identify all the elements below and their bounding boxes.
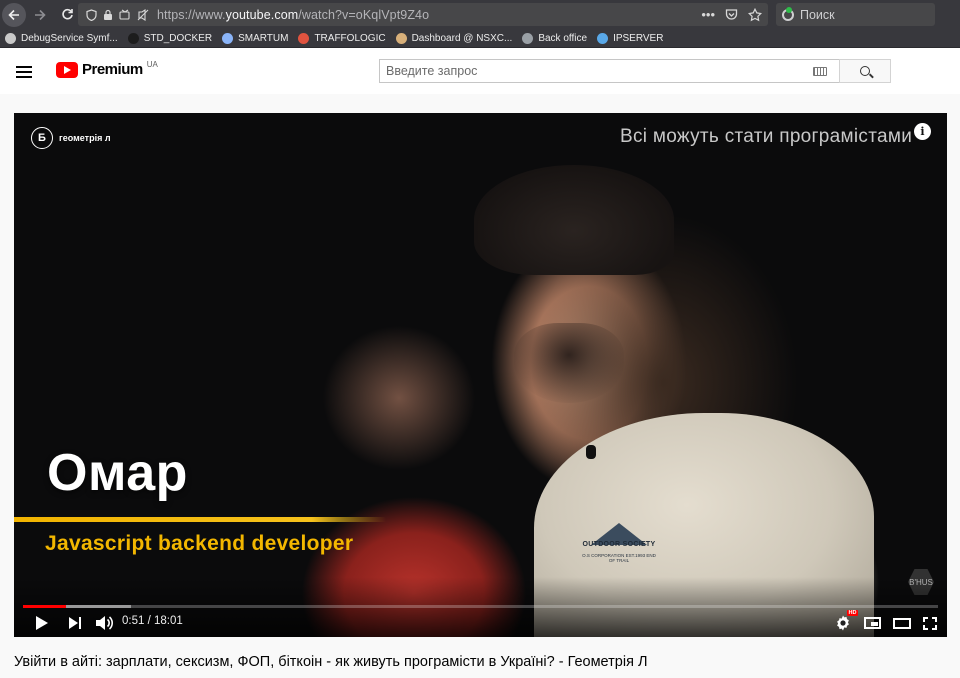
lower-third-role: Javascript backend developer [45, 532, 354, 555]
youtube-masthead: Premium UA Введите запрос [0, 48, 960, 94]
video-tagline: Всі можуть стати програмістами [620, 126, 913, 147]
time-display: 0:51 / 18:01 [122, 615, 183, 627]
shirt-print-text: OUTDOOR SOCIETY [582, 541, 656, 548]
theater-mode-icon[interactable] [893, 617, 911, 629]
browser-search-box[interactable]: Поиск [776, 3, 935, 26]
browser-search-placeholder: Поиск [800, 7, 835, 22]
video-frame-detail [514, 323, 624, 403]
next-icon[interactable] [69, 617, 83, 629]
shirt-print-subtext: O.S CORPORATION EST.1993 END OF TRAIL [582, 553, 656, 563]
autoplay-blocked-icon[interactable] [137, 8, 149, 21]
bookmark-label: Dashboard @ NSXC... [411, 32, 513, 44]
shirt-print-graphic: OUTDOOR SOCIETY O.S CORPORATION EST.1993… [579, 523, 659, 575]
channel-watermark: Б геометрія л [31, 127, 111, 149]
globe-icon [522, 32, 534, 44]
address-bar[interactable]: https://www.youtube.com/watch?v=oKqlVpt9… [78, 3, 768, 26]
youtube-play-logo-icon [56, 61, 78, 78]
region-code: UA [146, 60, 158, 69]
arrow-left-icon [8, 9, 19, 20]
bookmark-debugservice[interactable]: DebugService Symf... [5, 32, 118, 44]
bookmark-label: SMARTUM [238, 32, 289, 44]
search-engine-icon [782, 6, 794, 21]
url-host: youtube.com [225, 7, 299, 22]
youtube-search-placeholder: Введите запрос [386, 64, 478, 78]
bookmark-star-icon[interactable] [748, 7, 762, 22]
bookmark-std-docker[interactable]: STD_DOCKER [127, 32, 213, 44]
dashboard-favicon-icon [395, 32, 407, 44]
bookmark-label: DebugService Symf... [21, 32, 118, 44]
bookmark-back-office[interactable]: Back office [522, 32, 588, 44]
player-controls: 0:51 / 18:01 HD [14, 610, 947, 635]
pocket-icon[interactable] [725, 8, 738, 21]
search-icon [860, 66, 870, 76]
info-icon[interactable]: i [914, 123, 931, 140]
reload-button[interactable] [55, 3, 79, 27]
video-player[interactable]: OUTDOOR SOCIETY O.S CORPORATION EST.1993… [14, 113, 947, 637]
keyboard-icon[interactable] [813, 66, 827, 76]
bookmarks-toolbar: DebugService Symf... STD_DOCKER SMARTUM … [0, 29, 960, 48]
ipserver-favicon-icon [597, 32, 609, 44]
lower-third-name: Омар [47, 444, 188, 502]
bookmark-traffologic[interactable]: TRAFFOLOGIC [298, 32, 386, 44]
permissions-icon[interactable] [119, 9, 131, 21]
bookmark-ipserver[interactable]: IPSERVER [597, 32, 664, 44]
browser-toolbar: https://www.youtube.com/watch?v=oKqlVpt9… [0, 0, 960, 29]
back-button[interactable] [2, 2, 26, 27]
lock-icon[interactable] [103, 9, 113, 21]
menu-icon[interactable] [16, 66, 32, 78]
url-text[interactable]: https://www.youtube.com/watch?v=oKqlVpt9… [157, 8, 429, 22]
bookmark-label: IPSERVER [613, 32, 664, 44]
bookmark-favicon-icon [5, 32, 16, 44]
lower-third-line [14, 517, 386, 522]
bookmark-label: TRAFFOLOGIC [314, 32, 386, 44]
forward-button[interactable] [28, 3, 52, 27]
hd-badge: HD [847, 610, 858, 616]
settings-gear-icon[interactable]: HD [834, 610, 858, 632]
page-actions-icon[interactable]: ••• [701, 7, 715, 22]
time-current: 0:51 [122, 615, 145, 627]
traffologic-favicon-icon [298, 32, 310, 44]
channel-badge: Б [31, 127, 53, 149]
bookmark-smartum[interactable]: SMARTUM [222, 32, 289, 44]
time-separator: / [144, 615, 154, 627]
miniplayer-icon[interactable] [864, 617, 881, 629]
globe-icon [222, 32, 234, 44]
youtube-premium-logo[interactable]: Premium UA [56, 60, 158, 78]
fullscreen-icon[interactable] [923, 616, 937, 630]
volume-icon[interactable] [95, 615, 113, 631]
bookmark-label: STD_DOCKER [143, 32, 213, 44]
gear-icon [837, 615, 849, 631]
video-title: Увійти в айті: зарплати, сексизм, ФОП, б… [14, 654, 648, 670]
arrow-right-icon [35, 9, 46, 20]
channel-name-overlay: геометрія л [59, 133, 111, 143]
url-prefix: https://www. [157, 7, 226, 22]
logo-text: Premium [82, 61, 143, 78]
shield-icon[interactable] [86, 8, 97, 21]
youtube-search-button[interactable] [839, 59, 891, 83]
github-icon [127, 32, 139, 44]
url-path: /watch?v=oKqlVpt9Z4o [298, 7, 430, 22]
time-total: 18:01 [153, 615, 183, 627]
progress-played [23, 605, 66, 608]
video-frame-detail [474, 165, 674, 275]
video-frame-detail [586, 445, 596, 459]
play-icon[interactable] [36, 616, 48, 630]
bookmark-dashboard-nsxc[interactable]: Dashboard @ NSXC... [395, 32, 513, 44]
progress-bar[interactable] [23, 605, 938, 608]
reload-icon [61, 8, 73, 20]
bookmark-label: Back office [538, 32, 588, 44]
youtube-search-input[interactable]: Введите запрос [379, 59, 839, 83]
